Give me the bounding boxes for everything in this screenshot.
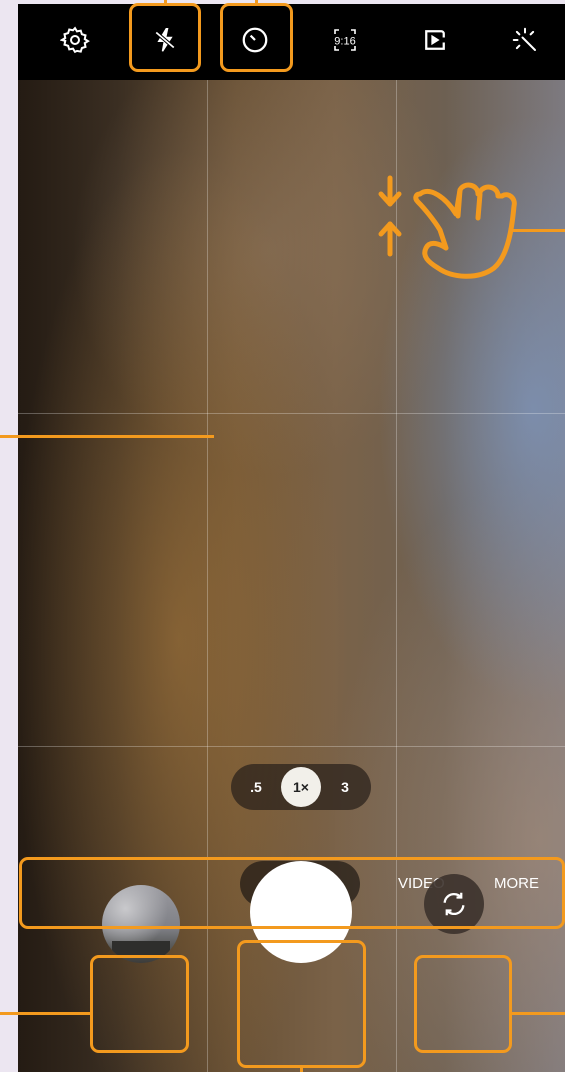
filters-icon[interactable]: [502, 17, 548, 63]
highlight-connector: [164, 0, 167, 4]
gallery-pointer-line: [0, 1012, 92, 1015]
zoom-option-3[interactable]: 3: [327, 764, 363, 810]
grid-line: [18, 746, 565, 747]
grid-line: [18, 413, 565, 414]
svg-text:9:16: 9:16: [334, 36, 355, 48]
switch-highlight: [414, 955, 512, 1053]
shutter-highlight: [237, 940, 366, 1068]
switch-pointer-line: [510, 1012, 565, 1015]
settings-icon[interactable]: [52, 17, 98, 63]
shutter-pointer-line: [300, 1067, 303, 1072]
aspect-ratio-icon[interactable]: 9:16: [322, 17, 368, 63]
zoom-option-0.5[interactable]: .5: [239, 764, 273, 810]
flash-highlight: [129, 3, 201, 72]
viewfinder-pointer-line: [0, 435, 214, 438]
motion-photo-icon[interactable]: [412, 17, 458, 63]
zoom-selector: .5 1× 3: [231, 764, 371, 810]
thumbnail-skyline: [112, 941, 170, 955]
mode-highlight: [19, 857, 565, 929]
gesture-pointer-line: [513, 229, 565, 232]
highlight-connector: [255, 0, 258, 4]
gallery-highlight: [90, 955, 189, 1053]
pinch-zoom-gesture-icon: [378, 175, 517, 279]
timer-highlight: [220, 3, 293, 72]
zoom-option-1x[interactable]: 1×: [281, 767, 321, 807]
